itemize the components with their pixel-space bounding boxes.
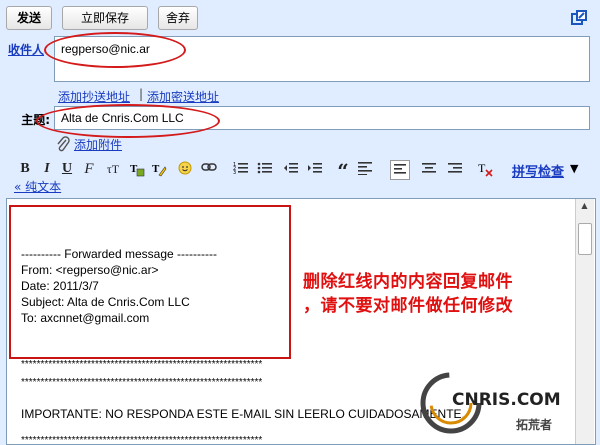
from-line: From: <regperso@nic.ar> xyxy=(21,263,159,277)
numbered-list-icon[interactable]: 123 xyxy=(232,160,250,178)
indent-icon[interactable] xyxy=(306,160,324,178)
watermark-brand: CNRIS.COM xyxy=(452,390,561,410)
forward-header: ---------- Forwarded message ---------- xyxy=(21,247,217,261)
plain-text-link[interactable]: « 纯文本 xyxy=(14,178,61,195)
quote-icon[interactable]: “ xyxy=(334,160,352,182)
bulleted-list-icon[interactable] xyxy=(256,160,274,178)
subject-line: Subject: Alta de Cnris.Com LLC xyxy=(21,295,190,309)
stars-line: ****************************************… xyxy=(21,377,263,388)
popout-icon[interactable] xyxy=(570,9,588,27)
watermark-sub: 拓荒者 xyxy=(516,418,553,432)
cnris-watermark-logo: CNRIS.COM 拓荒者 xyxy=(416,368,576,440)
svg-text:T: T xyxy=(152,163,160,175)
scrollbar[interactable]: ▲ xyxy=(575,199,594,444)
paperclip-icon xyxy=(56,136,70,152)
send-button[interactable]: 发送 xyxy=(6,6,52,30)
annotation-line-1: 删除红线内的内容回复邮件 xyxy=(303,272,513,292)
align-left-active-icon[interactable] xyxy=(390,160,410,180)
svg-text:3: 3 xyxy=(233,170,236,175)
scrollbar-thumb[interactable] xyxy=(578,223,592,255)
emoticon-icon[interactable] xyxy=(176,160,194,178)
attach-file-link[interactable]: 添加附件 xyxy=(74,136,122,153)
importante-line: IMPORTANTE: NO RESPONDA ESTE E-MAIL SIN … xyxy=(21,407,465,421)
red-circle-subject xyxy=(36,104,220,138)
discard-button[interactable]: 舍弃 xyxy=(158,6,198,30)
to-line: To: axcnnet@gmail.com xyxy=(21,311,150,325)
stars-line: ****************************************… xyxy=(21,435,263,445)
link-icon[interactable] xyxy=(200,160,218,178)
align-center-icon[interactable] xyxy=(420,160,438,178)
save-now-button[interactable]: 立即保存 xyxy=(62,6,148,30)
chevron-down-icon[interactable]: ▼ xyxy=(570,162,578,175)
to-label[interactable]: 收件人 xyxy=(8,41,44,58)
cc-bcc-separator: | xyxy=(139,87,144,101)
svg-text:T: T xyxy=(478,161,486,175)
add-cc-link[interactable]: 添加抄送地址 xyxy=(58,88,130,105)
stars-line: ****************************************… xyxy=(21,359,263,370)
remove-formatting-icon[interactable]: T xyxy=(476,160,494,178)
align-right-icon[interactable] xyxy=(446,160,464,178)
font-icon[interactable]: F xyxy=(80,160,98,178)
italic-icon[interactable]: I xyxy=(38,160,56,178)
outdent-icon[interactable] xyxy=(282,160,300,178)
add-bcc-link[interactable]: 添加密送地址 xyxy=(147,88,219,105)
scroll-up-arrow-icon[interactable]: ▲ xyxy=(578,201,591,213)
underline-icon[interactable]: U xyxy=(58,160,76,178)
align-left-icon[interactable] xyxy=(356,160,374,178)
font-size-icon[interactable]: τT xyxy=(104,160,122,178)
highlight-icon[interactable]: T xyxy=(150,160,168,178)
spell-check-link[interactable]: 拼写检查 xyxy=(512,161,564,180)
bold-icon[interactable]: B xyxy=(16,160,34,178)
date-line: Date: 2011/3/7 xyxy=(21,279,99,293)
annotation-line-2: ，请不要对邮件做任何修改 xyxy=(303,296,513,316)
text-color-icon[interactable]: T xyxy=(128,160,146,178)
red-circle-recipient xyxy=(44,32,186,68)
